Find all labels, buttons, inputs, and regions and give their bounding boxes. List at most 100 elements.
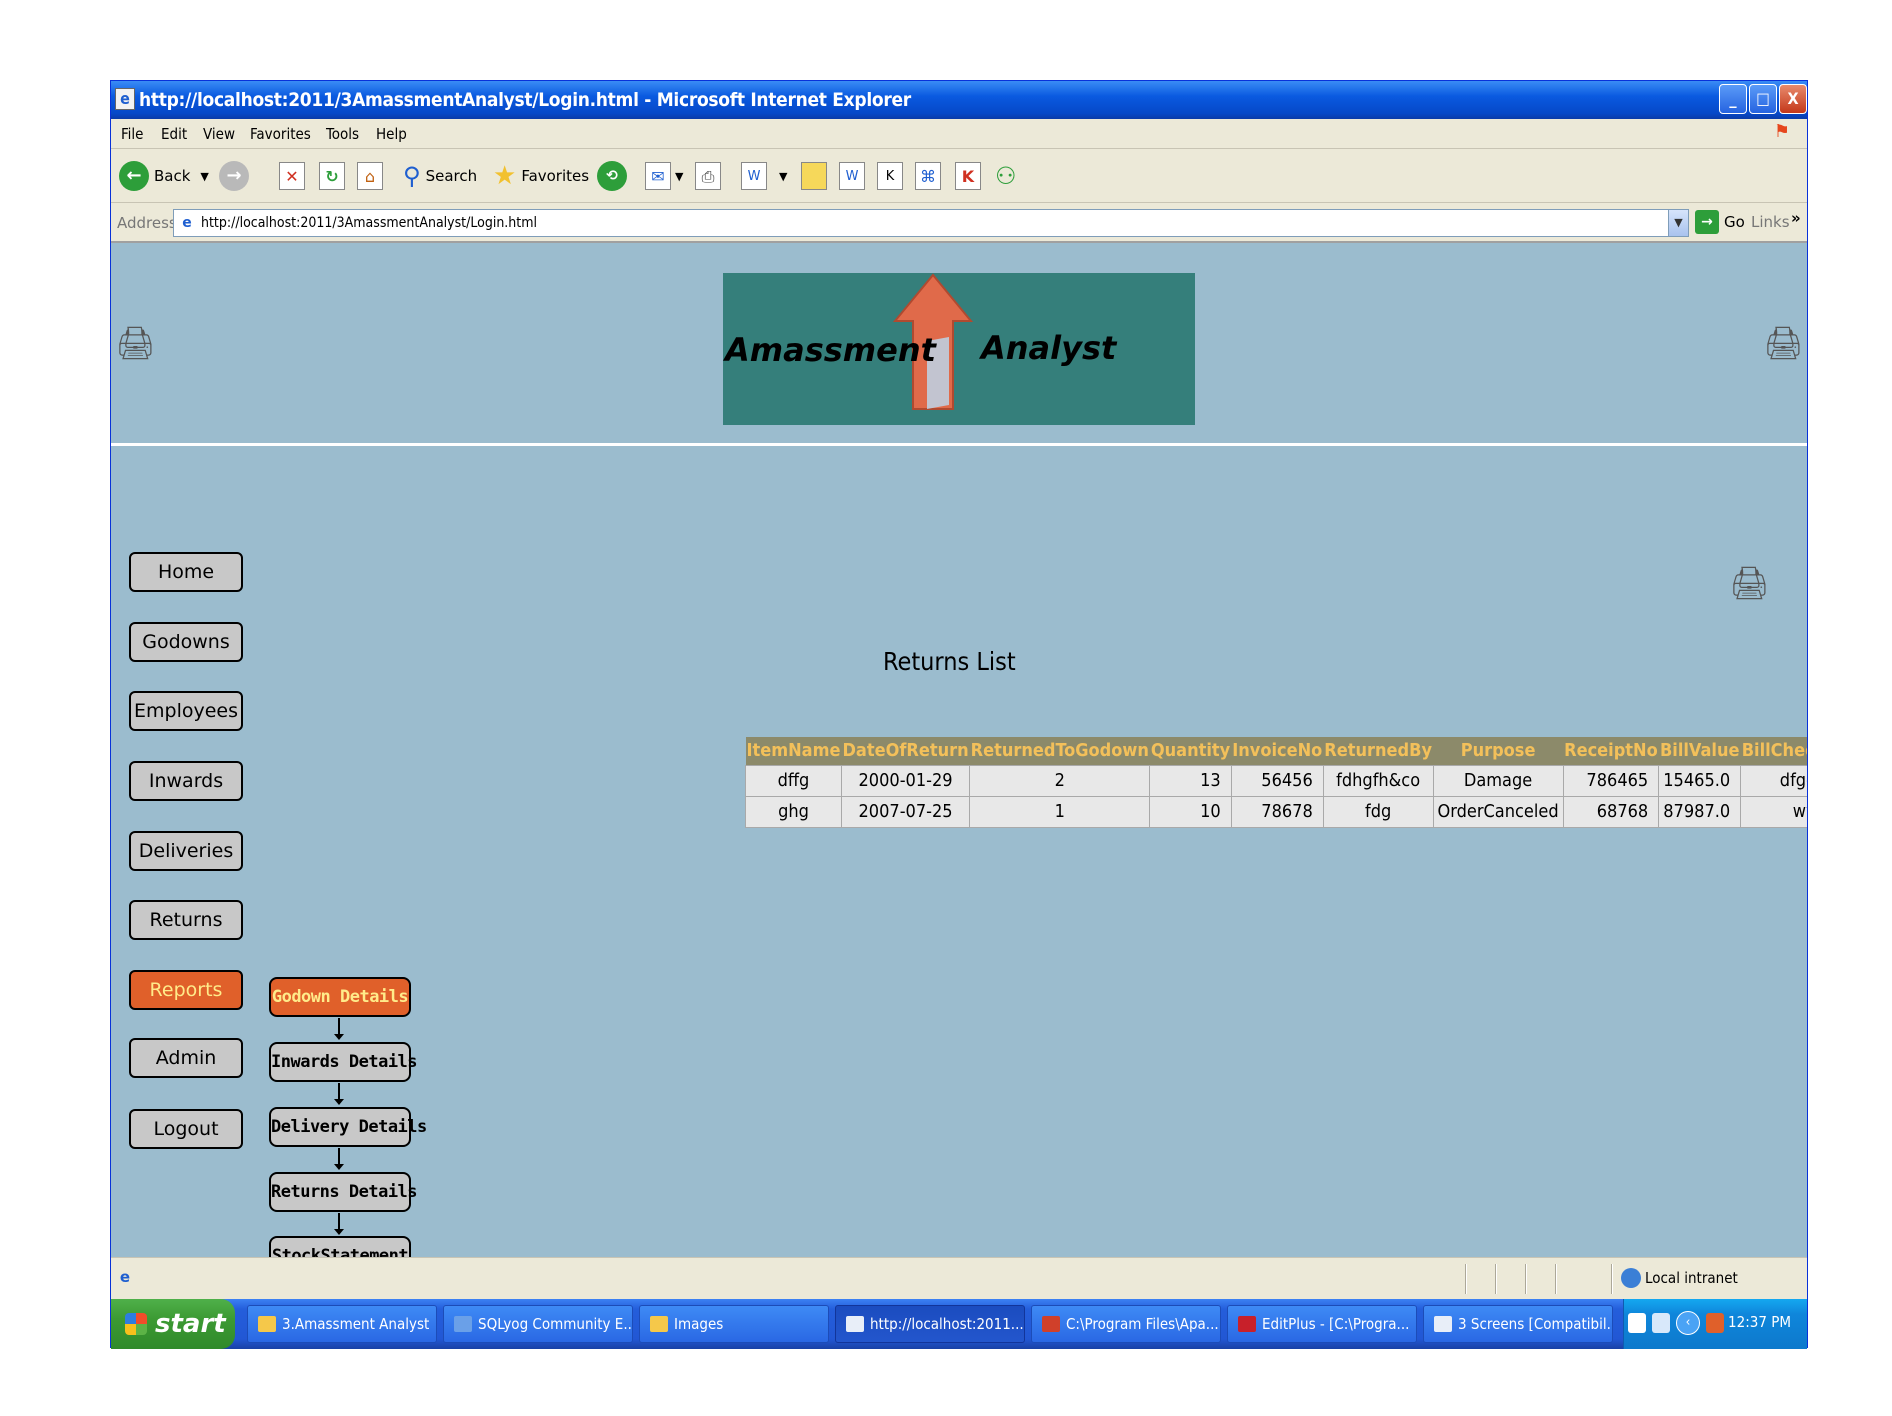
menu-view[interactable]: View <box>203 125 235 143</box>
printer-icon[interactable]: 🖨 <box>1763 323 1804 363</box>
title-bar: e http://localhost:2011/3AmassmentAnalys… <box>111 81 1807 119</box>
stop-button[interactable]: ✕ <box>279 159 305 193</box>
history-button[interactable]: ⟲ <box>597 159 627 193</box>
ie-page-icon: e <box>119 1268 131 1286</box>
go-button[interactable]: → Go <box>1695 210 1745 234</box>
address-input[interactable]: e http://localhost:2011/3AmassmentAnalys… <box>173 209 1689 237</box>
security-zone[interactable]: Local intranet <box>1621 1268 1738 1288</box>
back-icon: ← <box>119 161 149 191</box>
chevron-right-icon[interactable]: » <box>1791 209 1801 227</box>
favorites-button[interactable]: ★ Favorites <box>493 159 589 193</box>
report-stock-statement-button[interactable]: StockStatement <box>269 1236 411 1257</box>
table-cell: 78678 <box>1230 795 1324 828</box>
page-content: 🖨 🖨 Amassment Analyst Home Godowns Emplo… <box>111 243 1807 1257</box>
taskbar-item-label: SQLyog Community E... <box>478 1315 633 1333</box>
nav-reports-button[interactable]: Reports <box>129 970 243 1010</box>
table-cell: 10 <box>1149 795 1232 828</box>
notes-button[interactable] <box>801 159 827 193</box>
menu-edit[interactable]: Edit <box>161 125 187 143</box>
report-delivery-details-button[interactable]: Delivery Details <box>269 1107 427 1147</box>
mail-button[interactable]: ✉ ▼ <box>645 159 683 193</box>
nav-home-button[interactable]: Home <box>129 552 243 592</box>
help-icon[interactable] <box>1628 1313 1646 1333</box>
print-button[interactable]: ⎙ <box>695 159 721 193</box>
taskbar-item-program-files[interactable]: C:\Program Files\Apa... <box>1031 1305 1221 1343</box>
print-icon: ⎙ <box>695 162 721 190</box>
links-label[interactable]: Links <box>1751 213 1790 231</box>
word-document-icon <box>1434 1316 1452 1332</box>
nav-returns-button[interactable]: Returns <box>129 900 243 940</box>
nav-logout-button[interactable]: Logout <box>129 1109 243 1149</box>
taskbar-item-browser[interactable]: http://localhost:2011... <box>835 1305 1025 1343</box>
chevron-down-icon: ▼ <box>779 169 788 183</box>
kaspersky-button[interactable]: K <box>955 159 981 193</box>
taskbar-item-label: C:\Program Files\Apa... <box>1066 1315 1219 1333</box>
column-header: ReturnedToGodown <box>969 737 1150 765</box>
nav-godowns-button[interactable]: Godowns <box>129 622 243 662</box>
research-icon: ⌘ <box>915 162 941 190</box>
printer-icon[interactable]: 🖨 <box>115 323 156 363</box>
k-button[interactable]: K <box>877 159 903 193</box>
chevron-down-icon[interactable]: ▼ <box>1668 210 1688 236</box>
messenger-button[interactable]: W <box>839 159 865 193</box>
taskbar-item-images-folder[interactable]: Images <box>639 1305 829 1343</box>
nav-admin-button[interactable]: Admin <box>129 1038 243 1078</box>
zone-label: Local intranet <box>1645 1269 1738 1287</box>
taskbar-item-editplus[interactable]: EditPlus - [C:\Progra... <box>1227 1305 1417 1343</box>
taskbar-item-label: 3.Amassment Analyst <box>282 1315 430 1333</box>
folder-icon <box>650 1316 668 1332</box>
back-button[interactable]: ← Back ▼ <box>119 159 209 193</box>
report-godown-details-button[interactable]: Godown Details <box>269 977 411 1017</box>
forward-button[interactable]: → <box>219 159 249 193</box>
taskbar-item-label: Images <box>674 1315 724 1333</box>
taskbar-item-amassment-folder[interactable]: 3.Amassment Analyst <box>247 1305 437 1343</box>
go-label: Go <box>1724 213 1745 231</box>
refresh-button[interactable]: ↻ <box>319 159 345 193</box>
search-button[interactable]: ⚲ Search <box>403 159 477 193</box>
history-icon: ⟲ <box>597 161 627 191</box>
users-button[interactable]: ⚇ <box>995 159 1017 193</box>
table-cell: OrderCanceled <box>1432 795 1564 828</box>
nav-inwards-button[interactable]: Inwards <box>129 761 243 801</box>
ie-page-icon: e <box>182 215 192 231</box>
minimize-button[interactable]: _ <box>1719 84 1747 114</box>
column-header: ReceiptNo <box>1563 737 1659 765</box>
search-label: Search <box>425 167 478 185</box>
taskbar-item-sqlyog[interactable]: SQLyog Community E... <box>443 1305 633 1343</box>
menu-bar: File Edit View Favorites Tools Help ⚑ <box>111 119 1807 149</box>
menu-tools[interactable]: Tools <box>326 125 359 143</box>
menu-help[interactable]: Help <box>376 125 407 143</box>
taskbar-item-label: http://localhost:2011... <box>870 1315 1024 1333</box>
table-row: dffg 2000-01-29 2 13 56456 fdhgfh&co Dam… <box>745 764 1807 797</box>
table-row: ghg 2007-07-25 1 10 78678 fdg OrderCance… <box>745 795 1807 828</box>
table-cell: 15465.0 <box>1658 764 1742 797</box>
taskbar-item-word-document[interactable]: 3 Screens [Compatibil... <box>1423 1305 1613 1343</box>
column-header: InvoiceNo <box>1231 737 1324 765</box>
favorites-star-icon: ★ <box>493 161 517 191</box>
column-header: BillCheckedBy <box>1740 737 1807 765</box>
home-button[interactable]: ⌂ <box>357 159 383 193</box>
favorites-label: Favorites <box>521 167 590 185</box>
feather-icon <box>1042 1316 1060 1332</box>
start-button[interactable]: start <box>111 1299 235 1349</box>
edit-button[interactable]: W ▼ <box>741 159 787 193</box>
go-arrow-icon: → <box>1695 210 1719 234</box>
nav-deliveries-button[interactable]: Deliveries <box>129 831 243 871</box>
close-button[interactable]: X <box>1779 84 1807 114</box>
menu-favorites[interactable]: Favorites <box>250 125 311 143</box>
maximize-button[interactable]: □ <box>1749 84 1777 114</box>
status-separator <box>1495 1264 1497 1294</box>
printer-icon[interactable]: 🖨 <box>1729 563 1770 603</box>
report-inwards-details-button[interactable]: Inwards Details <box>269 1042 418 1082</box>
clock[interactable]: 12:37 PM <box>1728 1313 1791 1331</box>
nav-employees-button[interactable]: Employees <box>129 691 243 731</box>
show-hidden-icons-icon[interactable]: ‹ <box>1676 1311 1700 1335</box>
search-icon: ⚲ <box>403 162 421 190</box>
column-header: Purpose <box>1433 737 1564 765</box>
report-returns-details-button[interactable]: Returns Details <box>269 1172 418 1212</box>
menu-file[interactable]: File <box>121 125 143 143</box>
network-icon[interactable] <box>1652 1313 1670 1333</box>
status-separator <box>1525 1264 1527 1294</box>
research-button[interactable]: ⌘ <box>915 159 941 193</box>
kaspersky-tray-icon[interactable] <box>1706 1313 1724 1333</box>
